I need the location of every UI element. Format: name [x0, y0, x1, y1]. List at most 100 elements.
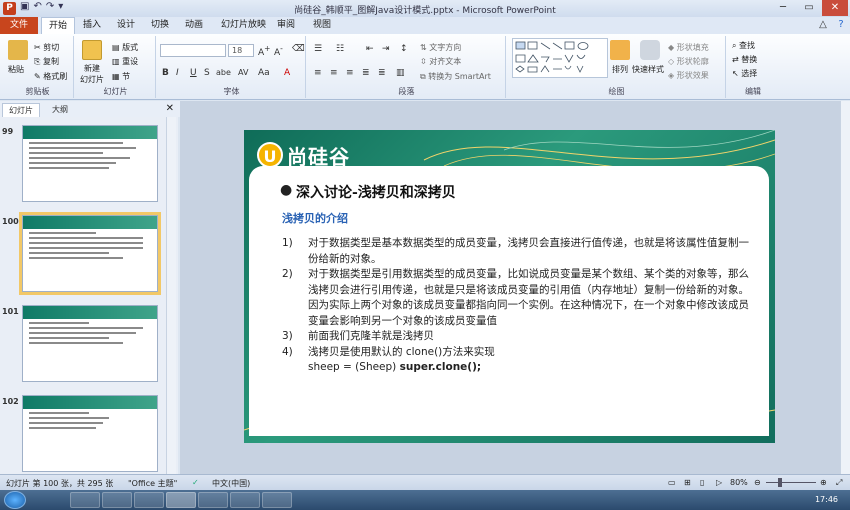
thumbnail-scrollbar[interactable] [166, 117, 176, 474]
ie-icon[interactable] [70, 492, 100, 508]
zoom-slider[interactable] [766, 482, 816, 483]
app-icon[interactable] [262, 492, 292, 508]
tab-review[interactable]: 审阅 [270, 17, 302, 34]
fit-slide-icon[interactable]: ⤢ [836, 478, 842, 488]
tab-slides-panel[interactable]: 幻灯片 [2, 103, 40, 117]
zoom-out-icon[interactable]: ⊖ [754, 478, 761, 487]
copy-button[interactable]: ⎘ 复制 [34, 56, 59, 67]
strikethrough-button[interactable]: S [204, 68, 210, 78]
shrink-font-icon[interactable]: A- [274, 44, 283, 58]
spellcheck-icon[interactable]: ✓ [192, 478, 199, 487]
shape-effects-button[interactable]: ◈ 形状效果 [668, 70, 709, 81]
align-center-icon[interactable]: ≡ [330, 68, 338, 78]
new-slide-icon[interactable] [82, 40, 102, 60]
slide-thumbnail-101[interactable] [22, 305, 158, 382]
powerpoint-taskbar-icon[interactable] [166, 492, 196, 508]
minimize-button[interactable]: ─ [770, 0, 796, 16]
bold-button[interactable]: B [162, 68, 169, 78]
decrease-indent-icon[interactable]: ⇤ [366, 44, 374, 54]
help-icon[interactable]: ? [828, 17, 850, 33]
grow-font-icon[interactable]: A+ [258, 44, 270, 58]
justify-icon[interactable]: ≣ [362, 68, 370, 78]
section-button[interactable]: ▦ 节 [112, 71, 130, 82]
replace-button[interactable]: ⇄ 替换 [732, 54, 757, 65]
theme-name[interactable]: "Office 主题" [128, 478, 177, 489]
shape-fill-button[interactable]: ◆ 形状填充 [668, 42, 709, 53]
tab-transitions[interactable]: 切换 [144, 17, 176, 34]
language-indicator[interactable]: 中文(中国) [212, 478, 250, 489]
change-case-button[interactable]: Aa [258, 68, 270, 78]
font-color-button[interactable]: A [284, 68, 290, 78]
format-painter-button[interactable]: ✎ 格式刷 [34, 71, 67, 82]
underline-button[interactable]: U [190, 68, 197, 78]
start-button[interactable] [4, 491, 26, 509]
line-spacing-icon[interactable]: ↕ [400, 44, 408, 54]
app-icon[interactable] [230, 492, 260, 508]
reading-view-icon[interactable]: ▯ [700, 478, 704, 487]
columns-icon[interactable]: ▥ [396, 68, 405, 78]
normal-view-icon[interactable]: ▭ [668, 478, 676, 487]
slide-thumbnail-99[interactable] [22, 125, 158, 202]
slide[interactable]: U 尚硅谷 ● 深入讨论-浅拷贝和深拷贝 浅拷贝的介绍 1) 对于数据类型是基本数… [244, 130, 775, 443]
maximize-button[interactable]: ▭ [796, 0, 822, 16]
increase-indent-icon[interactable]: ⇥ [382, 44, 390, 54]
tab-animations[interactable]: 动画 [178, 17, 210, 34]
tab-design[interactable]: 设计 [110, 17, 142, 34]
numbering-icon[interactable]: ☷ [336, 44, 344, 54]
font-name-combo[interactable] [160, 44, 226, 57]
find-button[interactable]: ⌕ 查找 [732, 40, 755, 51]
paste-button[interactable]: 粘贴 [8, 64, 24, 75]
editing-group: ⌕ 查找 ⇄ 替换 ↖ 选择 编辑 [728, 36, 778, 98]
italic-button[interactable]: I [176, 68, 179, 78]
arrange-icon[interactable] [610, 40, 630, 60]
char-spacing-button[interactable]: AV [238, 68, 248, 77]
distributed-icon[interactable]: ≣ [378, 68, 386, 78]
close-button[interactable]: ✕ [822, 0, 848, 16]
font-size-combo[interactable]: 18 [228, 44, 254, 57]
zoom-level[interactable]: 80% [730, 478, 748, 487]
shapes-gallery[interactable] [512, 38, 608, 78]
zoom-in-icon[interactable]: ⊕ [820, 478, 827, 487]
tab-outline-panel[interactable]: 大纲 [46, 103, 74, 117]
tab-insert[interactable]: 插入 [76, 17, 108, 34]
chrome-icon[interactable] [134, 492, 164, 508]
align-left-icon[interactable]: ≡ [314, 68, 322, 78]
slide-subtitle[interactable]: 浅拷贝的介绍 [282, 210, 348, 226]
new-slide-button[interactable]: 新建 [84, 63, 100, 74]
smartart-button[interactable]: ⧉ 转换为 SmartArt [420, 71, 491, 82]
tab-slideshow[interactable]: 幻灯片放映 [214, 17, 273, 34]
slide-thumbnails: 99 100 101 102 [0, 117, 178, 474]
tab-home[interactable]: 开始 [41, 17, 76, 34]
clear-format-icon[interactable]: ⌫ [292, 44, 305, 54]
bullets-icon[interactable]: ☰ [314, 44, 322, 54]
cut-button[interactable]: ✂ 剪切 [34, 42, 59, 53]
slide-thumbnail-100[interactable] [19, 212, 161, 295]
canvas-scrollbar[interactable] [840, 101, 850, 474]
text-direction-button[interactable]: ⇅ 文字方向 [420, 42, 461, 53]
quick-styles-icon[interactable] [640, 40, 660, 60]
slideshow-view-icon[interactable]: ▷ [716, 478, 722, 487]
tab-file[interactable]: 文件 [0, 17, 38, 34]
arrange-button[interactable]: 排列 [612, 64, 628, 75]
panel-tabs: 幻灯片 大纲 ✕ [0, 101, 180, 117]
layout-button[interactable]: ▤ 版式 [112, 42, 138, 53]
explorer-icon[interactable] [102, 492, 132, 508]
thumbnail-number: 100 [2, 217, 19, 226]
paste-icon[interactable] [8, 40, 28, 60]
slide-title[interactable]: 深入讨论-浅拷贝和深拷贝 [296, 182, 456, 202]
tab-view[interactable]: 视图 [306, 17, 338, 34]
select-button[interactable]: ↖ 选择 [732, 68, 757, 79]
close-panel-icon[interactable]: ✕ [166, 103, 174, 114]
quick-styles-button[interactable]: 快速样式 [632, 64, 664, 75]
sorter-view-icon[interactable]: ⊞ [684, 478, 691, 487]
slide-thumbnail-102[interactable] [22, 395, 158, 472]
slide-body[interactable]: 1) 对于数据类型是基本数据类型的成员变量，浅拷贝会直接进行值传递，也就是将该属性… [282, 236, 752, 376]
shape-outline-button[interactable]: ◇ 形状轮廓 [668, 56, 709, 67]
align-text-button[interactable]: ⇳ 对齐文本 [420, 56, 461, 67]
align-right-icon[interactable]: ≡ [346, 68, 354, 78]
shadow-button[interactable]: abe [216, 68, 231, 77]
word-icon[interactable] [198, 492, 228, 508]
zoom-slider-thumb[interactable] [778, 478, 782, 487]
reset-button[interactable]: ▥ 重设 [112, 56, 138, 67]
clock[interactable]: 17:46 [815, 495, 838, 504]
